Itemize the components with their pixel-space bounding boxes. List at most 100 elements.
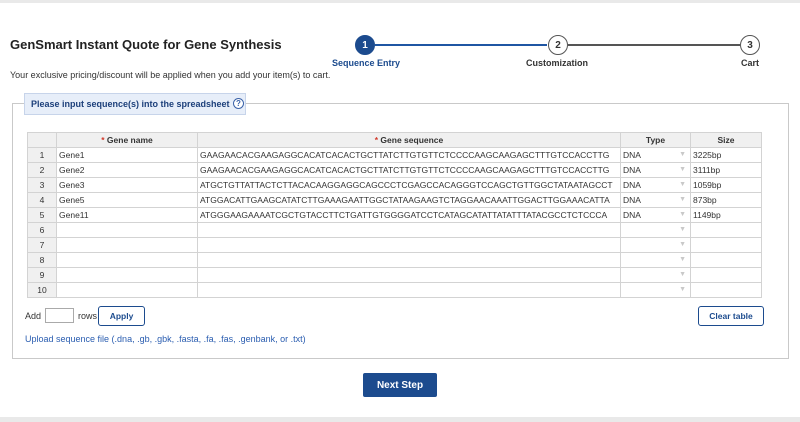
size-cell [690,222,762,238]
type-cell[interactable]: DNA ▼ [620,192,691,208]
size-cell: 3225bp [690,147,762,163]
gene-sequence-cell[interactable]: ATGGGAAGAAAATCGCTGTACCTTCTGATTGTGGGGATCC… [197,207,621,223]
gene-name-cell[interactable]: Gene2 [56,162,198,178]
bottom-divider [0,417,800,422]
type-cell[interactable]: ▼ [620,252,691,268]
step-connector-2 [568,44,740,46]
size-cell: 1149bp [690,207,762,223]
chevron-down-icon[interactable]: ▼ [679,181,686,188]
row-number: 1 [27,147,57,163]
type-cell[interactable]: DNA ▼ [620,177,691,193]
header-type[interactable]: Type [620,132,691,148]
chevron-down-icon[interactable]: ▼ [679,271,686,278]
step-2-circle[interactable]: 2 [548,35,568,55]
required-mark: * [101,135,105,145]
header-gene-sequence-label: Gene sequence [380,135,444,145]
gene-sequence-cell[interactable] [197,222,621,238]
panel-tab-label: Please input sequence(s) into the spread… [31,99,230,109]
gene-sequence-cell[interactable] [197,267,621,283]
gene-name-cell[interactable]: Gene1 [56,147,198,163]
gene-name-cell[interactable]: Gene11 [56,207,198,223]
type-cell[interactable]: ▼ [620,282,691,298]
size-cell: 1059bp [690,177,762,193]
type-value: DNA [623,180,641,190]
table-row: 9 ▼ [27,267,762,283]
type-value: DNA [623,195,641,205]
type-cell[interactable]: DNA ▼ [620,207,691,223]
header-gene-name[interactable]: * Gene name [56,132,198,148]
next-step-button[interactable]: Next Step [363,373,437,397]
table-row: 10 ▼ [27,282,762,298]
row-number: 2 [27,162,57,178]
rows-label: rows [78,311,98,321]
table-row: 8 ▼ [27,252,762,268]
table-row: 3 Gene3 ATGCTGTTATTACTCTTACACAAGGAGGCAGC… [27,177,762,193]
size-cell [690,267,762,283]
step-2-label: Customization [526,58,588,68]
type-value: DNA [623,210,641,220]
page-subtitle: Your exclusive pricing/discount will be … [10,70,331,80]
chevron-down-icon[interactable]: ▼ [679,256,686,263]
size-cell [690,237,762,253]
row-number: 3 [27,177,57,193]
gene-sequence-cell[interactable] [197,282,621,298]
type-cell[interactable]: ▼ [620,267,691,283]
apply-button[interactable]: Apply [98,306,145,326]
top-divider [0,0,800,3]
row-number: 8 [27,252,57,268]
upload-sequence-file-link[interactable]: Upload sequence file (.dna, .gb, .gbk, .… [25,334,306,344]
gene-sequence-cell[interactable] [197,237,621,253]
row-number: 4 [27,192,57,208]
type-cell[interactable]: ▼ [620,222,691,238]
step-1-circle[interactable]: 1 [355,35,375,55]
page-title: GenSmart Instant Quote for Gene Synthesi… [10,37,282,52]
chevron-down-icon[interactable]: ▼ [679,151,686,158]
step-3-label: Cart [741,58,760,68]
corner-cell [27,132,57,148]
question-circle-icon[interactable]: ? [233,98,244,109]
type-cell[interactable]: DNA ▼ [620,147,691,163]
gene-sequence-cell[interactable]: GAAGAACACGAAGAGGCACATCACACTGCTTATCTTGTGT… [197,162,621,178]
gene-name-cell[interactable] [56,222,198,238]
row-number: 6 [27,222,57,238]
header-gene-sequence[interactable]: * Gene sequence [197,132,621,148]
step-connector-1 [375,44,547,46]
sequence-spreadsheet: * Gene name * Gene sequence Type Size 1 … [27,132,762,298]
gene-name-cell[interactable] [56,237,198,253]
chevron-down-icon[interactable]: ▼ [679,286,686,293]
table-row: 1 Gene1 GAAGAACACGAAGAGGCACATCACACTGCTTA… [27,147,762,163]
gene-sequence-cell[interactable] [197,252,621,268]
header-size[interactable]: Size [690,132,762,148]
gene-sequence-cell[interactable]: ATGCTGTTATTACTCTTACACAAGGAGGCAGCCCTCGAGC… [197,177,621,193]
panel-tab: Please input sequence(s) into the spread… [24,93,246,115]
add-rows-label: Add [25,311,42,321]
chevron-down-icon[interactable]: ▼ [679,211,686,218]
gene-sequence-cell[interactable]: ATGGACATTGAAGCATATCTTGAAAGAATTGGCTATAAGA… [197,192,621,208]
step-3-circle[interactable]: 3 [740,35,760,55]
gene-sequence-cell[interactable]: GAAGAACACGAAGAGGCACATCACACTGCTTATCTTGTGT… [197,147,621,163]
type-cell[interactable]: DNA ▼ [620,162,691,178]
chevron-down-icon[interactable]: ▼ [679,166,686,173]
header-row: * Gene name * Gene sequence Type Size [27,132,762,148]
row-number: 5 [27,207,57,223]
chevron-down-icon[interactable]: ▼ [679,226,686,233]
clear-table-button[interactable]: Clear table [698,306,764,326]
table-row: 7 ▼ [27,237,762,253]
gene-name-cell[interactable]: Gene3 [56,177,198,193]
row-number: 7 [27,237,57,253]
row-number: 9 [27,267,57,283]
type-cell[interactable]: ▼ [620,237,691,253]
table-row: 6 ▼ [27,222,762,238]
step-1-label: Sequence Entry [332,58,401,68]
gene-name-cell[interactable] [56,282,198,298]
add-rows-input[interactable] [45,308,74,323]
chevron-down-icon[interactable]: ▼ [679,196,686,203]
gene-name-cell[interactable] [56,267,198,283]
size-cell: 3111bp [690,162,762,178]
gene-name-cell[interactable]: Gene5 [56,192,198,208]
row-number: 10 [27,282,57,298]
chevron-down-icon[interactable]: ▼ [679,241,686,248]
type-value: DNA [623,150,641,160]
gene-name-cell[interactable] [56,252,198,268]
table-row: 2 Gene2 GAAGAACACGAAGAGGCACATCACACTGCTTA… [27,162,762,178]
